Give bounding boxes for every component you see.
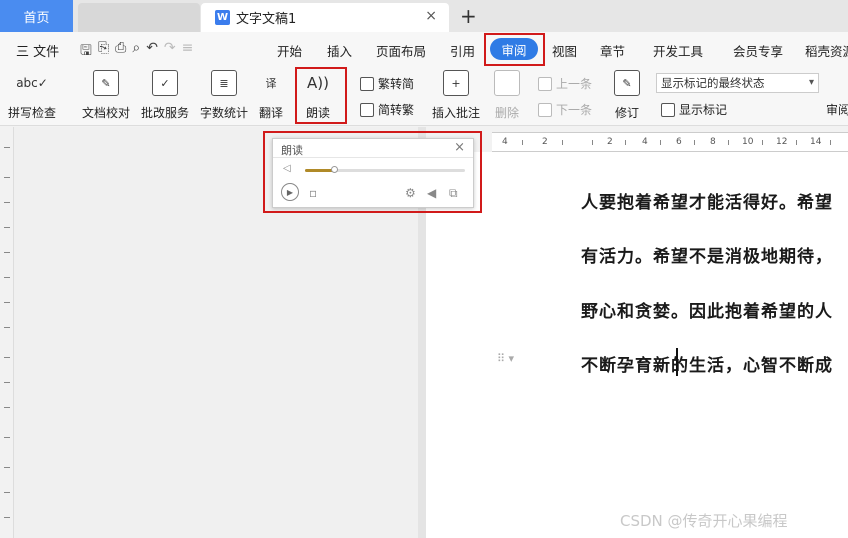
chevron-down-icon: ▾ [808, 77, 814, 88]
ruler-label: 14 [810, 137, 822, 147]
save-icon[interactable]: 🖫 [80, 40, 92, 64]
revise-service-button[interactable]: ✓ 批改服务 [141, 70, 189, 121]
tab-document-label: 文字文稿1 [236, 12, 297, 27]
document-page[interactable]: 人要抱着希望才能活得好。希望 有活力。希望不是消极地期待， 野心和贪婪。因此抱着… [426, 152, 848, 538]
doc-proof-button[interactable]: ✎ 文档校对 [82, 70, 130, 121]
insert-comment-label: 插入批注 [432, 106, 481, 120]
tab-home[interactable]: 首页 [0, 0, 73, 32]
trad-to-simp-label: 简转繁 [378, 103, 415, 117]
revise-service-icon: ✓ [152, 70, 178, 96]
review-pane-label: 审阅 [826, 103, 848, 117]
text-cursor [676, 348, 678, 376]
trad-to-simp-button[interactable]: 简转繁 [360, 101, 414, 118]
delete-comment-icon [494, 70, 520, 96]
prev-comment-button[interactable]: 上一条 [538, 75, 592, 92]
convert-icon [360, 76, 374, 91]
print-preview-icon[interactable]: ⌕ [132, 40, 140, 64]
show-markup-label: 显示标记 [679, 103, 728, 117]
show-markup-button[interactable]: 显示标记 [661, 101, 727, 118]
menu-page-layout[interactable]: 页面布局 [376, 41, 426, 60]
menu-reference[interactable]: 引用 [450, 41, 475, 60]
horizontal-ruler: 4 2 2 4 6 8 10 12 14 [492, 132, 848, 152]
delete-label: 删除 [494, 106, 519, 120]
insert-comment-button[interactable]: + 插入批注 [432, 70, 480, 121]
ruler-label: 4 [502, 137, 508, 147]
tab-bar: 首页 W 文字文稿1 × + [0, 0, 848, 32]
track-changes-label: 修订 [614, 106, 639, 120]
print-icon[interactable]: ⎙ [115, 40, 126, 64]
ruler-label: 12 [776, 137, 788, 147]
display-state-select[interactable]: 显示标记的最终状态 ▾ [656, 73, 819, 93]
word-count-icon: ≣ [211, 70, 237, 96]
display-state-value: 显示标记的最终状态 [661, 76, 765, 90]
tab-blank[interactable] [78, 3, 200, 32]
ruler-label: 4 [642, 137, 648, 147]
tab-document[interactable]: W 文字文稿1 × [201, 3, 449, 32]
redo-icon[interactable]: ↷ [164, 40, 176, 64]
quick-access-toolbar: 🖫 ⎘ ⎙ ⌕ ↶ ↷ ≡ [80, 40, 193, 64]
ruler-label: 6 [676, 137, 682, 147]
show-markup-icon [661, 102, 675, 117]
watermark: CSDN @传奇开心果编程 [620, 512, 788, 530]
doc-line-3: 野心和贪婪。因此抱着希望的人 [581, 302, 833, 322]
highlight-box-read-aloud [295, 67, 347, 124]
ruler-label: 2 [542, 137, 548, 147]
doc-proof-icon: ✎ [93, 70, 119, 96]
track-changes-button[interactable]: ✎ 修订 [614, 70, 640, 121]
review-pane-button[interactable]: 审阅 [826, 101, 848, 118]
next-comment-button[interactable]: 下一条 [538, 101, 592, 118]
menu-docer[interactable]: 稻壳资源 [805, 41, 848, 60]
doc-proof-label: 文档校对 [82, 106, 131, 120]
spell-check-label: 拼写检查 [8, 106, 57, 120]
translate-button[interactable]: 译 翻译 [258, 70, 284, 121]
menu-member[interactable]: 会员专享 [733, 41, 783, 60]
convert-icon [360, 102, 374, 117]
menu-developer[interactable]: 开发工具 [653, 41, 703, 60]
menu-chapter[interactable]: 章节 [600, 41, 625, 60]
spell-check-icon: abc✓ [16, 76, 48, 90]
ruler-label: 10 [742, 137, 754, 147]
prev-label: 上一条 [556, 77, 593, 91]
paragraph-handle-icon[interactable]: ⠿ ▾ [497, 352, 514, 365]
ruler-label: 2 [607, 137, 613, 147]
doc-line-4: 不断孕育新的生活，心智不断成 [581, 356, 833, 376]
menu-start[interactable]: 开始 [277, 41, 302, 60]
simp-to-trad-label: 繁转简 [378, 77, 415, 91]
doc-line-2: 有活力。希望不是消极地期待， [581, 247, 833, 267]
spell-check-button[interactable]: abc✓ 拼写检查 [8, 70, 56, 121]
menu-insert[interactable]: 插入 [327, 41, 352, 60]
export-pdf-icon[interactable]: ⎘ [98, 40, 109, 64]
comment-icon: + [443, 70, 469, 96]
undo-icon[interactable]: ↶ [146, 40, 158, 64]
menu-bar: 三 文件 🖫 ⎘ ⎙ ⌕ ↶ ↷ ≡ 开始 插入 页面布局 引用 审阅 视图 章… [0, 32, 848, 66]
track-changes-icon: ✎ [614, 70, 640, 96]
translate-icon: 译 [265, 77, 277, 90]
delete-comment-button[interactable]: 删除 [494, 70, 520, 121]
prev-icon [538, 76, 552, 91]
ruler-label: 8 [710, 137, 716, 147]
doc-line-1: 人要抱着希望才能活得好。希望 [581, 193, 833, 213]
next-icon [538, 102, 552, 117]
next-label: 下一条 [556, 103, 593, 117]
translate-label: 翻译 [258, 106, 283, 120]
simp-to-trad-button[interactable]: 繁转简 [360, 75, 414, 92]
revise-service-label: 批改服务 [141, 106, 190, 120]
add-tab-icon[interactable]: + [460, 4, 477, 28]
menu-view[interactable]: 视图 [552, 41, 577, 60]
writer-doc-icon: W [215, 10, 230, 25]
highlight-box-review [484, 33, 545, 66]
menu-file[interactable]: 三 文件 [16, 41, 59, 60]
close-icon[interactable]: × [425, 8, 437, 24]
word-count-label: 字数统计 [200, 106, 249, 120]
more-icon[interactable]: ≡ [182, 40, 194, 64]
word-count-button[interactable]: ≣ 字数统计 [200, 70, 248, 121]
vertical-ruler [0, 127, 14, 538]
highlight-box-read-panel [263, 131, 482, 213]
